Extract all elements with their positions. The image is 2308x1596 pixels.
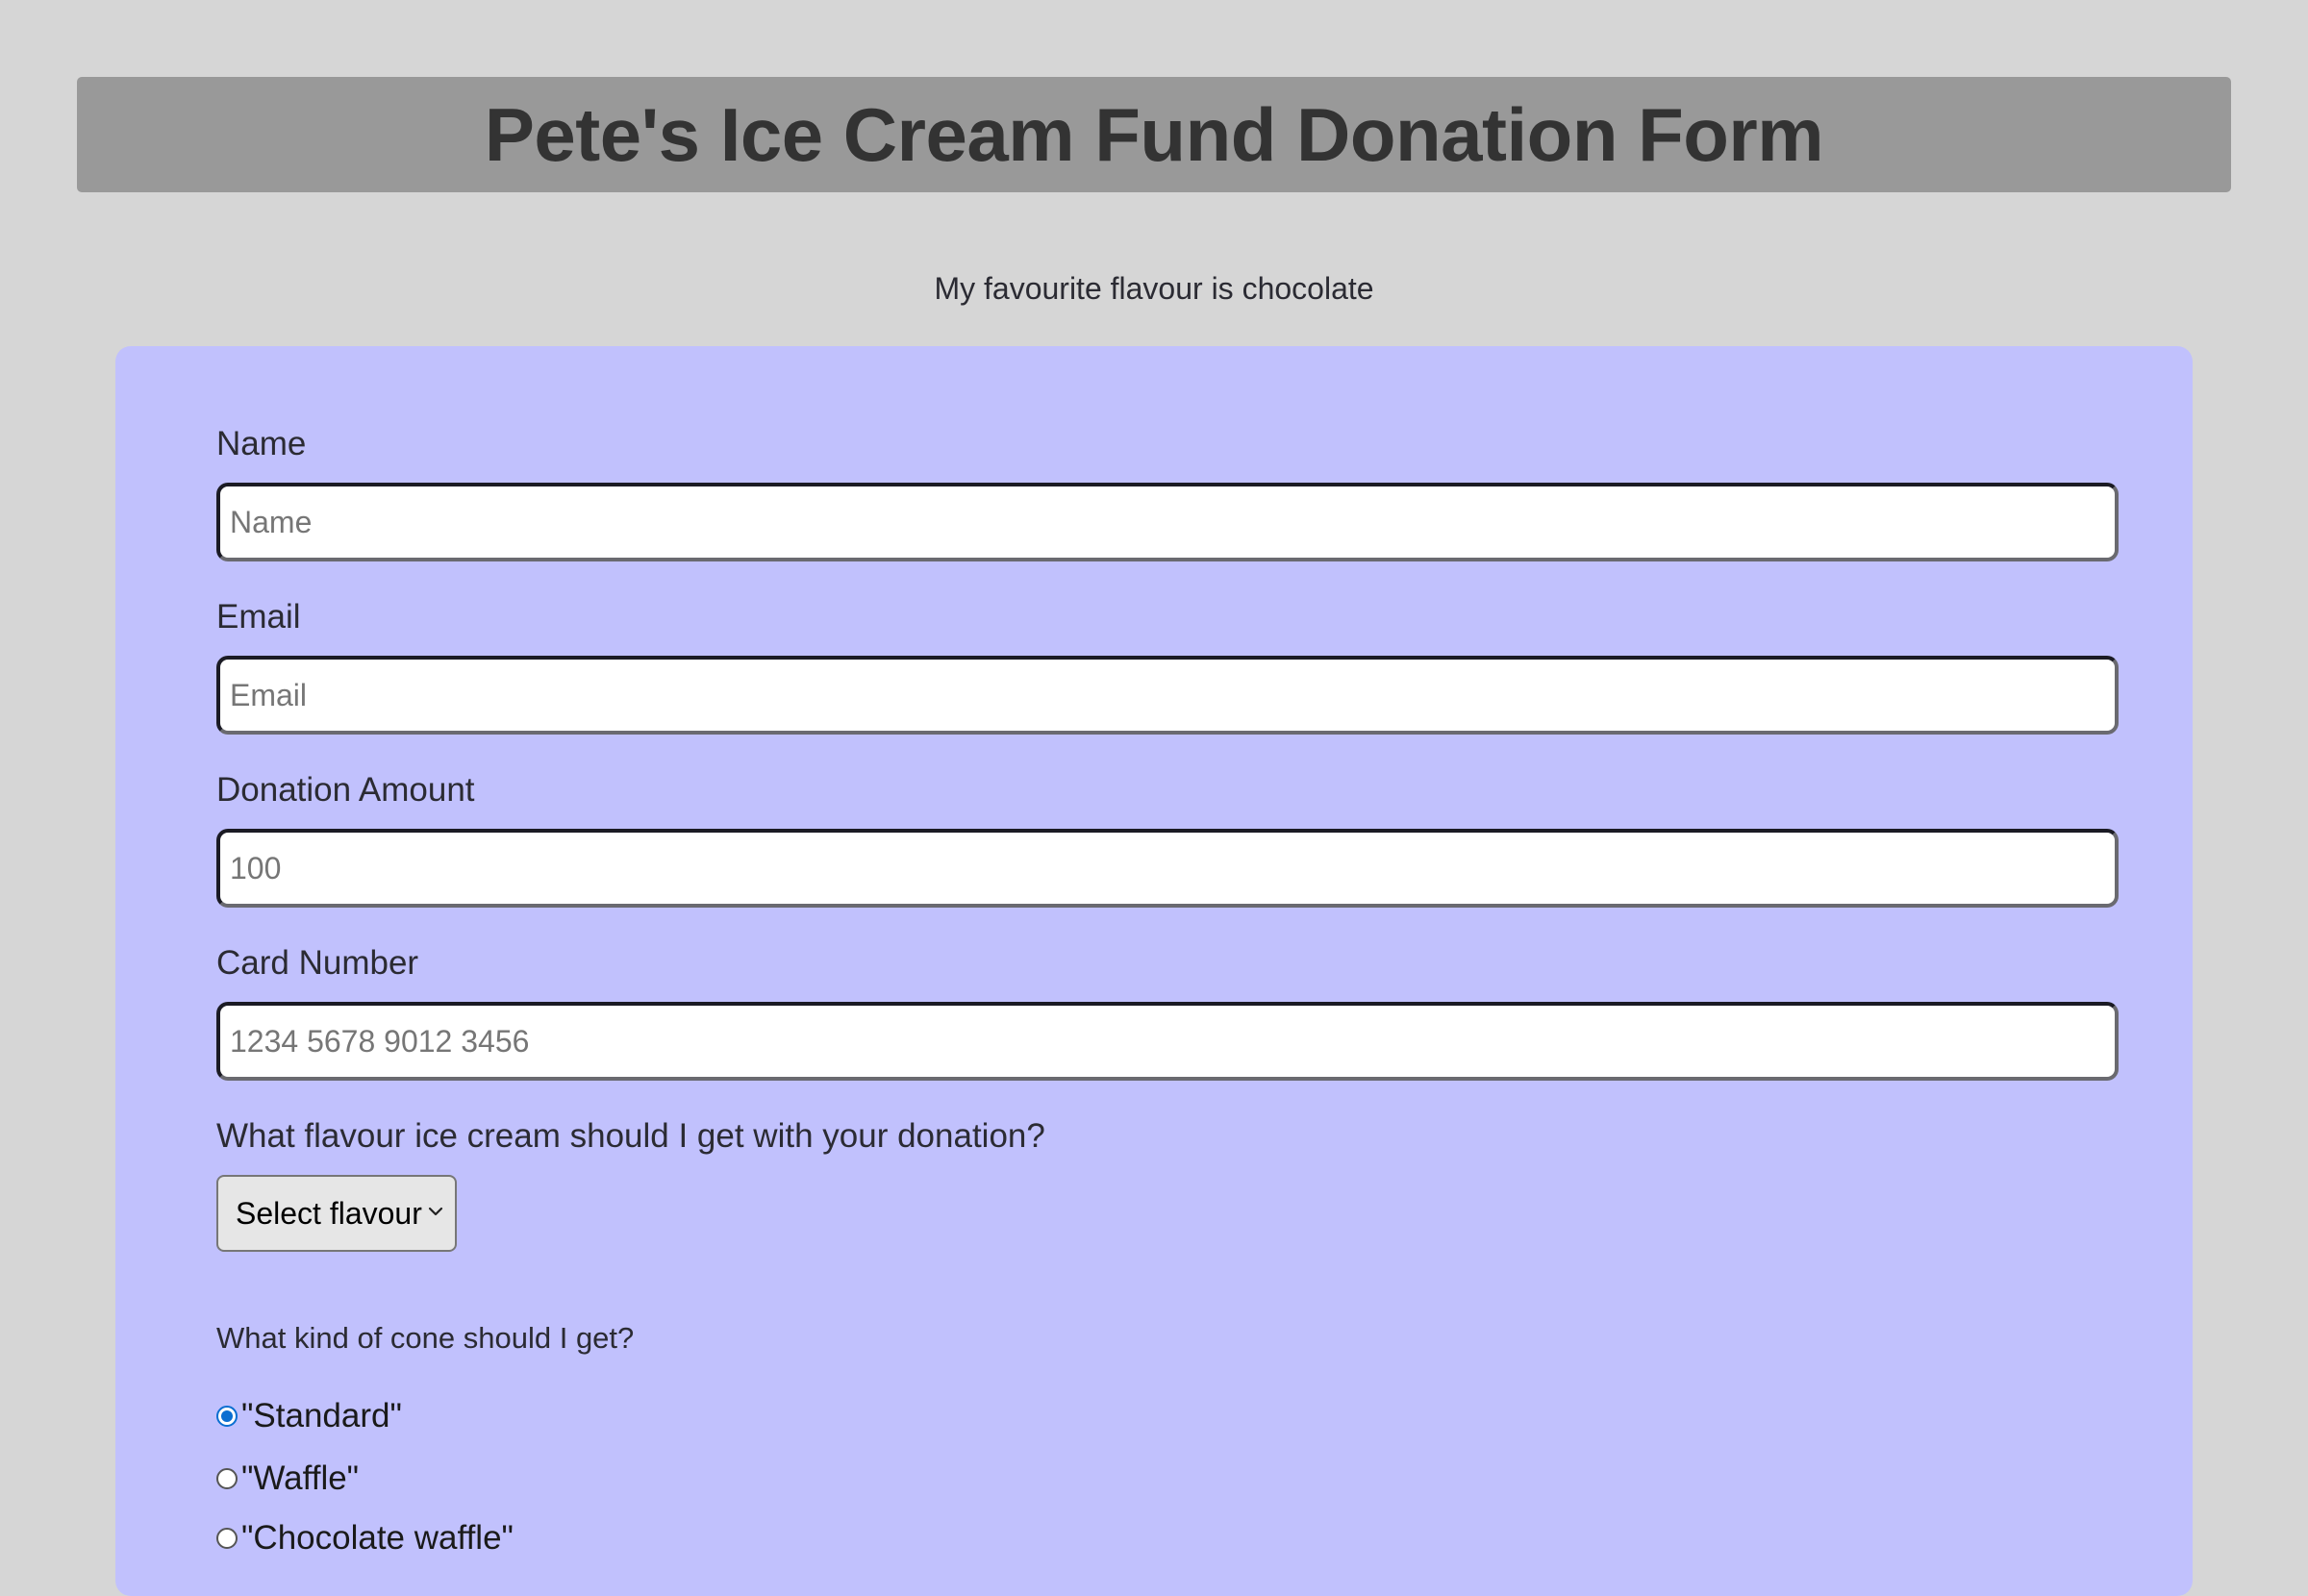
cone-option-chocolate-waffle[interactable]: "Chocolate waffle" — [216, 1519, 514, 1558]
radio-waffle[interactable] — [216, 1468, 238, 1489]
radio-chocolate-waffle[interactable] — [216, 1528, 238, 1549]
header-bar: Pete's Ice Cream Fund Donation Form — [77, 77, 2231, 192]
page-title: Pete's Ice Cream Fund Donation Form — [484, 91, 1824, 177]
cone-question: What kind of cone should I get? — [216, 1321, 635, 1355]
cone-option-standard[interactable]: "Standard" — [216, 1397, 402, 1435]
card-number-label: Card Number — [216, 944, 419, 982]
cone-option-label: "Chocolate waffle" — [241, 1519, 514, 1557]
radio-standard[interactable] — [216, 1406, 238, 1427]
flavour-label: What flavour ice cream should I get with… — [216, 1117, 1045, 1155]
donation-amount-label: Donation Amount — [216, 771, 475, 809]
flavour-select[interactable]: Select flavour — [216, 1175, 457, 1252]
card-number-input[interactable] — [216, 1002, 2119, 1081]
donation-form: Name Email Donation Amount Card Number W… — [115, 346, 2193, 1596]
page-subtitle: My favourite flavour is chocolate — [934, 271, 1374, 306]
cone-option-label: "Waffle" — [241, 1459, 360, 1497]
email-label: Email — [216, 598, 301, 636]
cone-option-waffle[interactable]: "Waffle" — [216, 1459, 359, 1498]
donation-amount-input[interactable] — [216, 829, 2119, 908]
name-label: Name — [216, 425, 307, 462]
flavour-select-value: Select flavour — [236, 1195, 422, 1231]
cone-option-label: "Standard" — [241, 1397, 402, 1434]
email-input[interactable] — [216, 656, 2119, 735]
name-input[interactable] — [216, 483, 2119, 561]
chevron-down-icon — [428, 1207, 443, 1216]
